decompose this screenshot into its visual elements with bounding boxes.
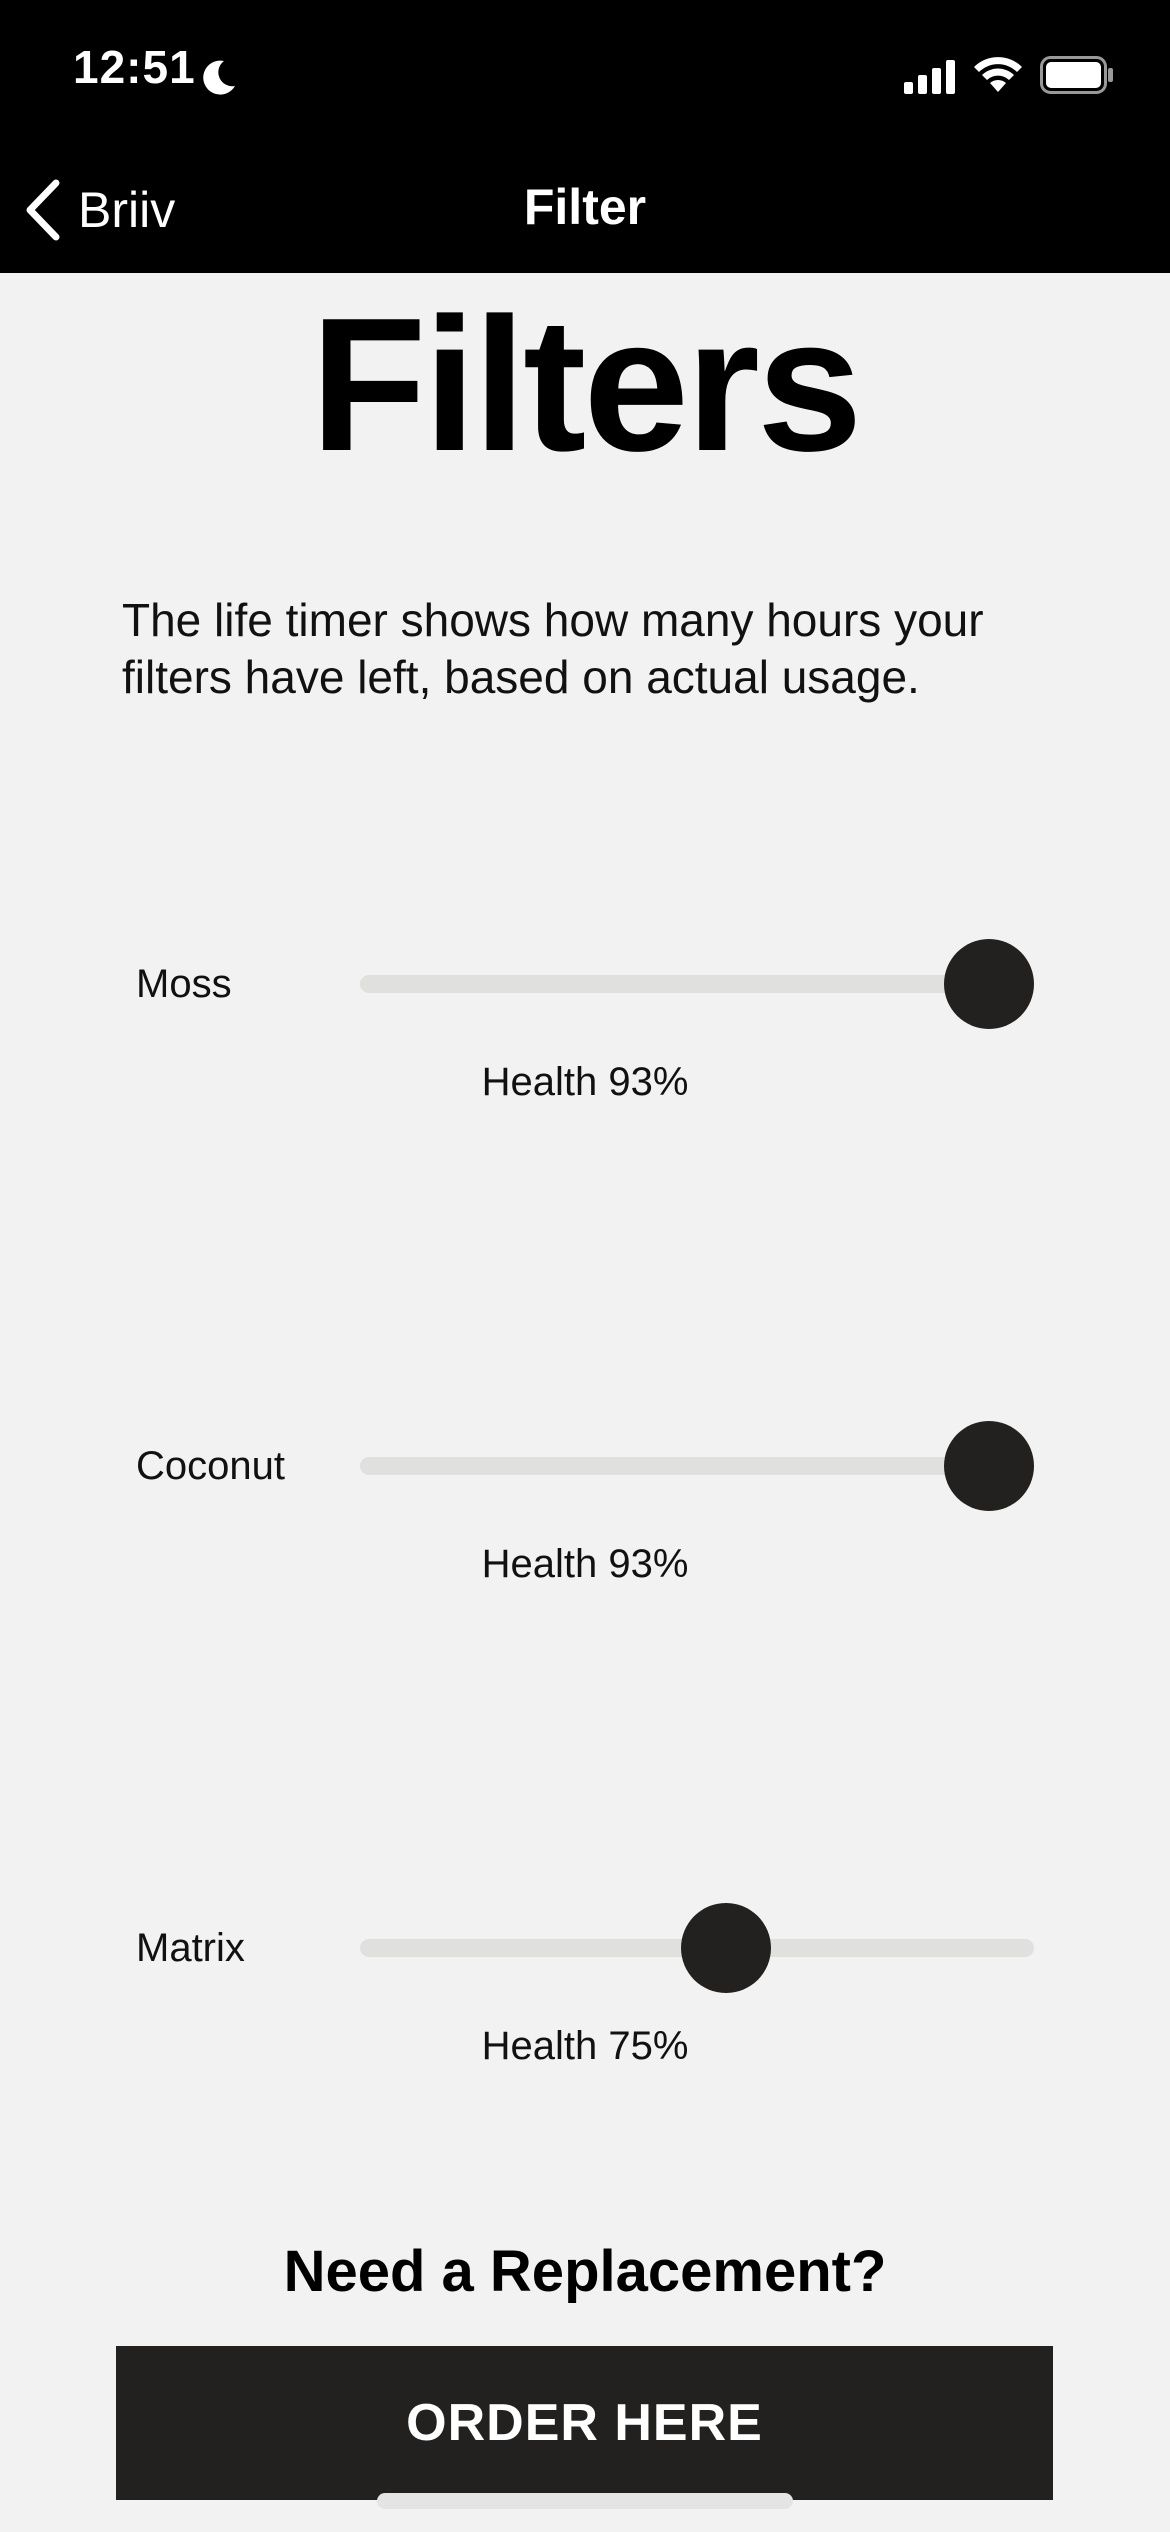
battery-icon xyxy=(1040,56,1113,94)
health-label: Health 93% xyxy=(481,1060,689,1104)
page-title: Filters xyxy=(310,279,862,491)
slider-thumb[interactable] xyxy=(944,939,1034,1029)
filter-row-coconut: Coconut Health 93% xyxy=(0,1421,1170,1646)
filter-row-moss: Moss Health 93% xyxy=(0,939,1170,1164)
slider-thumb[interactable] xyxy=(944,1421,1034,1511)
wifi-icon xyxy=(974,57,1022,92)
health-label: Health 75% xyxy=(481,2024,689,2068)
nav-title: Filter xyxy=(523,179,647,235)
health-label: Health 93% xyxy=(481,1542,689,1586)
replacement-heading: Need a Replacement? xyxy=(283,2239,887,2304)
home-indicator xyxy=(377,2493,793,2509)
filter-name: Matrix xyxy=(136,1926,245,1970)
filter-health-slider[interactable] xyxy=(360,939,1034,1029)
intro-text: The life timer shows how many hours your… xyxy=(122,594,984,703)
order-button[interactable]: ORDER HERE xyxy=(116,2346,1053,2500)
cellular-signal-icon xyxy=(904,60,955,94)
filter-health-slider[interactable] xyxy=(360,1421,1034,1511)
filter-name: Coconut xyxy=(136,1444,285,1488)
filter-health-slider[interactable] xyxy=(360,1903,1034,1993)
status-bar: 12:51 xyxy=(0,0,1170,150)
filter-name: Moss xyxy=(136,962,232,1006)
status-time: 12:51 xyxy=(73,41,196,93)
moon-icon xyxy=(203,60,235,95)
slider-thumb[interactable] xyxy=(680,1903,771,1993)
filter-row-matrix: Matrix Health 75% xyxy=(0,1903,1170,2128)
